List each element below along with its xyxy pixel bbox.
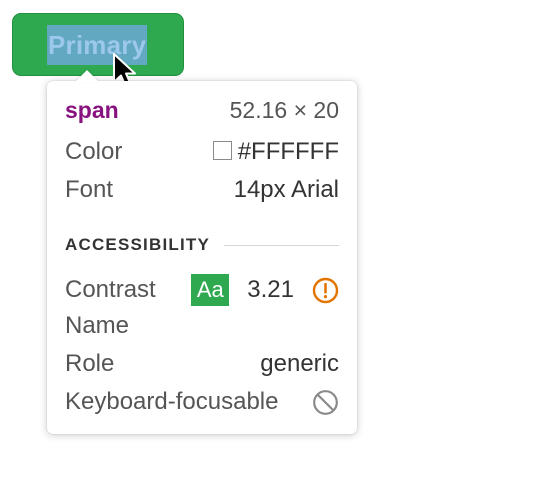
accessibility-section-header: ACCESSIBILITY: [65, 233, 339, 257]
color-label: Color: [65, 138, 123, 165]
element-info-row: span 52.16 × 20: [65, 95, 339, 125]
name-row: Name: [65, 311, 339, 341]
accessibility-title: ACCESSIBILITY: [65, 235, 211, 254]
font-label: Font: [65, 176, 114, 203]
color-value: #FFFFFF: [237, 138, 339, 165]
contrast-ratio: 3.21: [247, 276, 294, 303]
font-row: Font 14px Arial: [65, 175, 339, 205]
inspect-tooltip: span 52.16 × 20 Color #FFFFFF Font 14px …: [47, 70, 357, 434]
color-swatch: [212, 141, 232, 161]
contrast-label: Contrast: [65, 276, 156, 303]
role-row: Role generic: [65, 349, 339, 379]
element-tag: span: [65, 96, 119, 123]
contrast-aa-badge: Aa: [191, 274, 230, 306]
element-dimensions: 52.16 × 20: [229, 96, 339, 123]
keyboard-focusable-label: Keyboard-focusable: [65, 388, 279, 415]
color-value-wrap: #FFFFFF: [212, 138, 339, 166]
role-value: generic: [260, 350, 339, 377]
not-allowed-icon: [313, 389, 338, 415]
keyboard-focusable-row: Keyboard-focusable: [65, 387, 339, 417]
font-value: 14px Arial: [233, 176, 339, 203]
stage: Primary span 52.16 × 20 Color #FFFFFF Fo…: [0, 0, 547, 485]
color-row: Color #FFFFFF: [65, 137, 339, 167]
tooltip-arrow: [75, 70, 99, 82]
warning-circle-icon: [312, 277, 339, 303]
name-label: Name: [65, 312, 130, 339]
section-divider: [224, 244, 339, 246]
role-label: Role: [65, 350, 115, 377]
contrast-details: Aa 3.21: [191, 274, 339, 306]
contrast-row: Contrast Aa 3.21: [65, 273, 339, 307]
